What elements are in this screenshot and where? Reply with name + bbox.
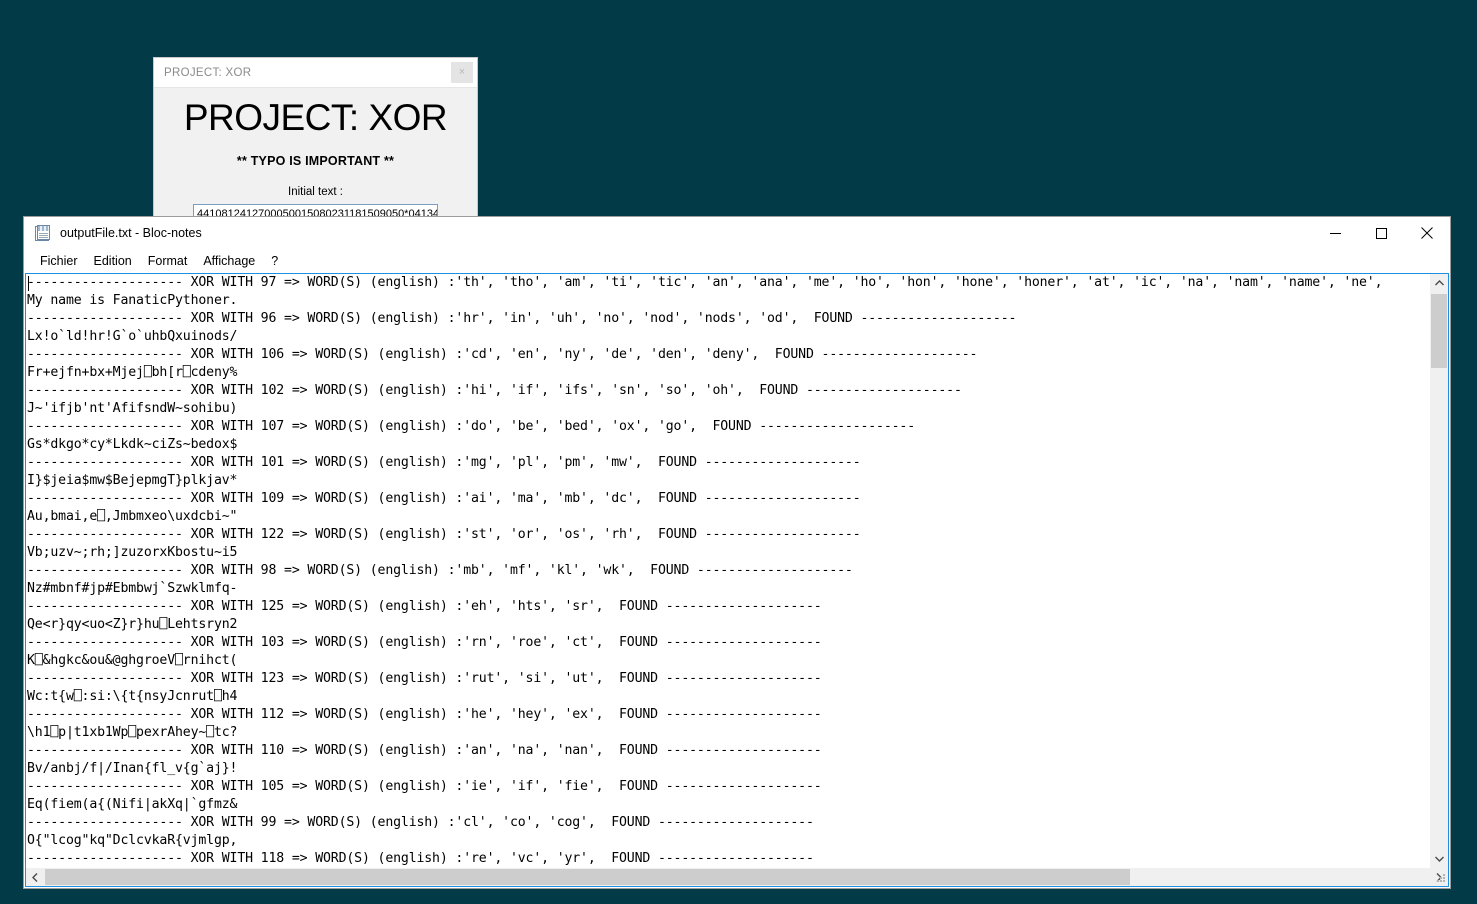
- scroll-left-arrow[interactable]: [26, 868, 44, 886]
- vertical-scrollbar[interactable]: [1430, 274, 1448, 868]
- notepad-text-area[interactable]: -------------------- XOR WITH 97 => WORD…: [26, 274, 1430, 868]
- resize-grip[interactable]: [1436, 874, 1446, 884]
- menu-item-affichage[interactable]: Affichage: [195, 252, 263, 270]
- scroll-up-arrow[interactable]: [1430, 274, 1448, 292]
- close-icon[interactable]: [1404, 218, 1450, 249]
- text-caret: [28, 276, 29, 291]
- maximize-icon[interactable]: [1358, 218, 1404, 249]
- notepad-titlebar[interactable]: outputFile.txt - Bloc-notes: [24, 217, 1450, 249]
- background-window-close-button[interactable]: ×: [451, 62, 473, 83]
- horizontal-scroll-thumb[interactable]: [45, 869, 1130, 885]
- horizontal-scrollbar[interactable]: [26, 868, 1448, 886]
- minimize-icon[interactable]: [1312, 218, 1358, 249]
- notepad-icon: [34, 224, 51, 242]
- menu-item-help[interactable]: ?: [263, 252, 286, 270]
- notepad-window[interactable]: outputFile.txt - Bloc-notes Fichier Edit…: [23, 216, 1451, 889]
- vertical-scroll-thumb[interactable]: [1431, 294, 1447, 368]
- page-subtitle: ** TYPO IS IMPORTANT **: [236, 153, 395, 168]
- scroll-down-arrow[interactable]: [1430, 850, 1448, 868]
- notepad-content: -------------------- XOR WITH 97 => WORD…: [27, 275, 1383, 866]
- background-window-title: PROJECT: XOR: [164, 66, 252, 79]
- background-window-titlebar[interactable]: PROJECT: XOR ×: [154, 58, 477, 88]
- menu-item-format[interactable]: Format: [140, 252, 196, 270]
- notepad-title: outputFile.txt - Bloc-notes: [60, 226, 202, 240]
- menu-item-edition[interactable]: Edition: [86, 252, 140, 270]
- background-app-window[interactable]: PROJECT: XOR × PROJECT: XOR ** TYPO IS I…: [153, 57, 478, 225]
- initial-text-label: Initial text :: [288, 185, 343, 198]
- vertical-scroll-track[interactable]: [1430, 292, 1448, 850]
- page-title: PROJECT: XOR: [183, 97, 448, 138]
- background-window-body: PROJECT: XOR ** TYPO IS IMPORTANT ** Ini…: [154, 88, 477, 224]
- notepad-editor-frame: -------------------- XOR WITH 97 => WORD…: [25, 273, 1449, 887]
- notepad-menubar[interactable]: Fichier Edition Format Affichage ?: [24, 249, 1450, 273]
- menu-item-fichier[interactable]: Fichier: [32, 252, 86, 270]
